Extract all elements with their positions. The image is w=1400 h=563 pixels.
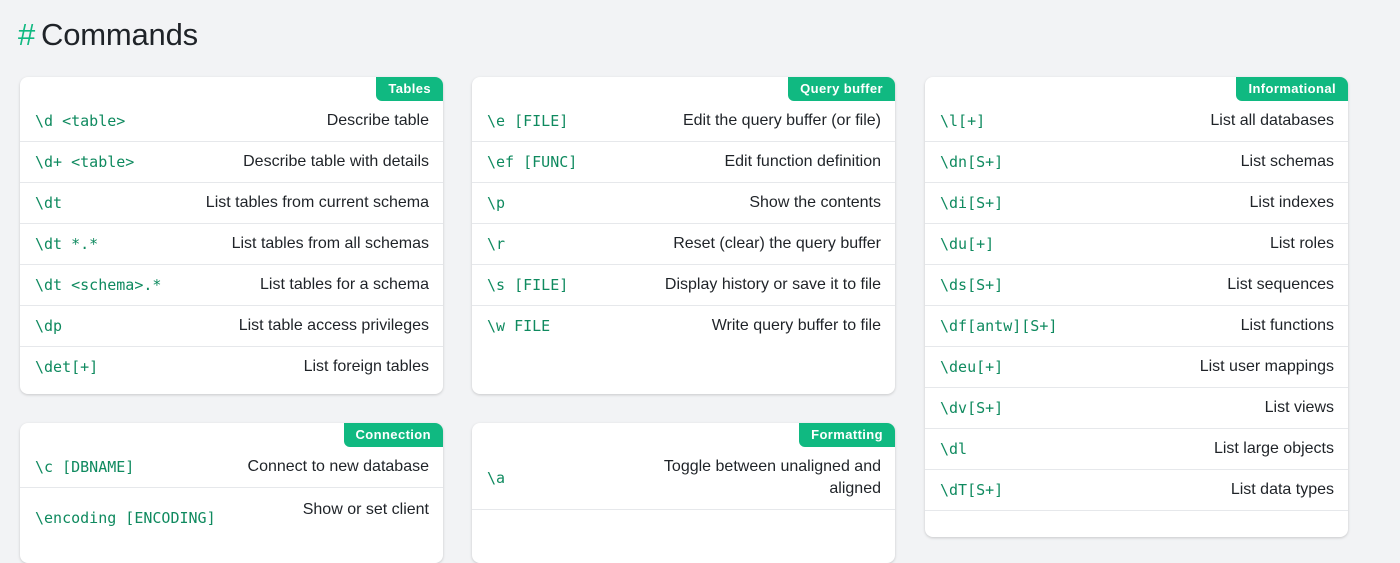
command-description: List tables from all schemas [231,235,429,252]
command-row: \p Show the contents [472,183,895,224]
command-description: List large objects [1213,440,1334,457]
command-row: \dp List table access privileges [20,306,443,347]
command-row: \e [FILE] Edit the query buffer (or file) [472,101,895,142]
command-code: \l[+] [940,112,986,130]
heading-hash: # [18,17,36,52]
tables-tag: Tables [376,77,443,101]
command-description: List schemas [1240,153,1334,170]
command-code: \ds[S+] [940,276,1004,294]
informational-tag: Informational [1236,77,1348,101]
connection-tag: Connection [343,423,443,447]
command-description: Edit the query buffer (or file) [682,112,881,129]
command-code: \r [487,235,506,253]
command-description: List roles [1269,235,1334,252]
command-code: \du[+] [940,235,995,253]
command-description: List foreign tables [303,358,429,375]
command-description: Describe table with details [243,153,429,170]
command-description: List tables for a schema [260,276,429,293]
command-code: \s [FILE] [487,276,569,294]
command-row: \ds[S+] List sequences [925,265,1348,306]
command-description: List data types [1230,481,1334,498]
command-row: \dt *.* List tables from all schemas [20,224,443,265]
command-description: List table access privileges [238,317,429,334]
command-row: \dn[S+] List schemas [925,142,1348,183]
command-row: \det[+] List foreign tables [20,347,443,387]
command-description: Reset (clear) the query buffer [673,235,881,252]
informational-card: Informational \l[+] List all databases \d… [925,77,1348,537]
command-row: \du[+] List roles [925,224,1348,265]
command-description: List user mappings [1199,358,1334,375]
command-row: \ef [FUNC] Edit function definition [472,142,895,183]
command-row: \d <table> Describe table [20,101,443,142]
command-code: \di[S+] [940,194,1004,212]
command-code: \d+ <table> [35,153,135,171]
command-code: \dv[S+] [940,399,1004,417]
command-row: \a Toggle between unaligned and aligned [472,447,895,510]
heading-text: Commands [41,17,198,52]
command-code: \p [487,194,506,212]
command-row: \d+ <table> Describe table with details [20,142,443,183]
command-code: \ef [FUNC] [487,153,578,171]
command-description: Describe table [326,112,429,129]
command-description: List sequences [1227,276,1334,293]
command-code: \df[antw][S+] [940,317,1058,335]
command-code: \w FILE [487,317,551,335]
command-code: \a [487,469,506,487]
command-description: Write query buffer to file [711,317,881,334]
command-code: \dl [940,440,968,458]
command-description: Show or set client [302,501,429,518]
command-row: \w FILE Write query buffer to file [472,306,895,346]
command-row: \dt List tables from current schema [20,183,443,224]
command-code: \deu[+] [940,358,1004,376]
formatting-tag: Formatting [799,423,895,447]
command-description: Show the contents [749,194,881,211]
command-code: \dT[S+] [940,481,1004,499]
command-code: \dt *.* [35,235,99,253]
command-code: \encoding [ENCODING] [35,509,216,527]
command-row: \s [FILE] Display history or save it to f… [472,265,895,306]
page-title: # Commands [18,16,198,54]
command-row: \deu[+] List user mappings [925,347,1348,388]
command-code: \dn[S+] [940,153,1004,171]
command-row: \dT[S+] List data types [925,470,1348,511]
command-row: \df[antw][S+] List functions [925,306,1348,347]
command-code: \dt <schema>.* [35,276,162,294]
command-row: \dl List large objects [925,429,1348,470]
command-code: \e [FILE] [487,112,569,130]
command-code: \c [DBNAME] [35,458,135,476]
command-description: Display history or save it to file [664,276,881,293]
command-description: List functions [1240,317,1334,334]
command-code: \dt [35,194,63,212]
command-description: List indexes [1249,194,1335,211]
command-code: \d <table> [35,112,126,130]
command-code: \det[+] [35,358,99,376]
connection-card: Connection \c [DBNAME] Connect to new dat… [20,423,443,563]
formatting-card: Formatting \a Toggle between unaligned an… [472,423,895,563]
command-description: List tables from current schema [205,194,429,211]
command-row: \r Reset (clear) the query buffer [472,224,895,265]
command-row: \dt <schema>.* List tables for a schema [20,265,443,306]
command-description: Connect to new database [247,458,429,475]
command-description: Edit function definition [724,153,881,170]
query-buffer-card: Query buffer \e [FILE] Edit the query buf… [472,77,895,394]
query-buffer-tag: Query buffer [788,77,895,101]
command-description: Toggle between unaligned and aligned [663,458,881,497]
command-row: \di[S+] List indexes [925,183,1348,224]
command-row: \dv[S+] List views [925,388,1348,429]
command-row: \c [DBNAME] Connect to new database [20,447,443,488]
command-row: \l[+] List all databases [925,101,1348,142]
command-description: List all databases [1210,112,1334,129]
command-code: \dp [35,317,63,335]
command-description: List views [1264,399,1334,416]
tables-card: Tables \d <table> Describe table \d+ <tab… [20,77,443,394]
